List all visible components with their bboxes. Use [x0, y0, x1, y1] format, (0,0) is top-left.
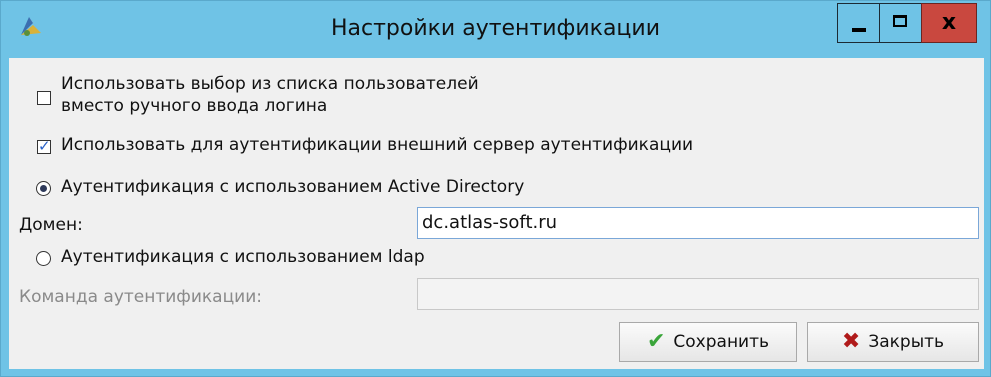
use-user-list-label-line2: вместо ручного ввода логина — [61, 96, 328, 116]
save-button-label: Сохранить — [673, 332, 770, 352]
close-x-icon: ✖ — [841, 329, 861, 354]
use-external-server-checkbox[interactable] — [37, 137, 51, 155]
ldap-radio[interactable] — [36, 251, 51, 266]
use-external-server-label: Использовать для аутентификации внешний … — [61, 135, 694, 155]
close-window-button[interactable]: x — [921, 3, 977, 43]
use-user-list-label-line1: Использовать выбор из списка пользовател… — [61, 74, 479, 94]
domain-label: Домен: — [19, 215, 83, 235]
maximize-button[interactable] — [879, 3, 921, 43]
active-directory-label: Аутентификация с использованием Active D… — [61, 177, 525, 197]
settings-panel: Использовать выбор из списка пользовател… — [9, 58, 984, 369]
title-bar[interactable]: Настройки аутентификации x — [1, 1, 990, 57]
minimize-button[interactable] — [837, 3, 879, 43]
maximize-icon — [893, 15, 907, 27]
use-user-list-checkbox[interactable] — [37, 91, 51, 105]
minimize-icon — [852, 28, 866, 32]
active-directory-radio[interactable] — [36, 181, 51, 196]
close-icon: x — [941, 10, 957, 35]
close-button[interactable]: ✖ Закрыть — [807, 322, 979, 362]
save-button[interactable]: ✔ Сохранить — [619, 322, 797, 362]
domain-input[interactable]: dc.atlas-soft.ru — [417, 207, 979, 239]
auth-settings-window: Настройки аутентификации x Использовать … — [0, 0, 991, 377]
close-button-label: Закрыть — [868, 332, 945, 352]
ldap-label: Аутентификация с использованием ldap — [61, 247, 425, 267]
auth-command-input[interactable] — [417, 278, 979, 310]
auth-command-label: Команда аутентификации: — [19, 287, 262, 307]
checkmark-icon: ✔ — [646, 329, 666, 354]
